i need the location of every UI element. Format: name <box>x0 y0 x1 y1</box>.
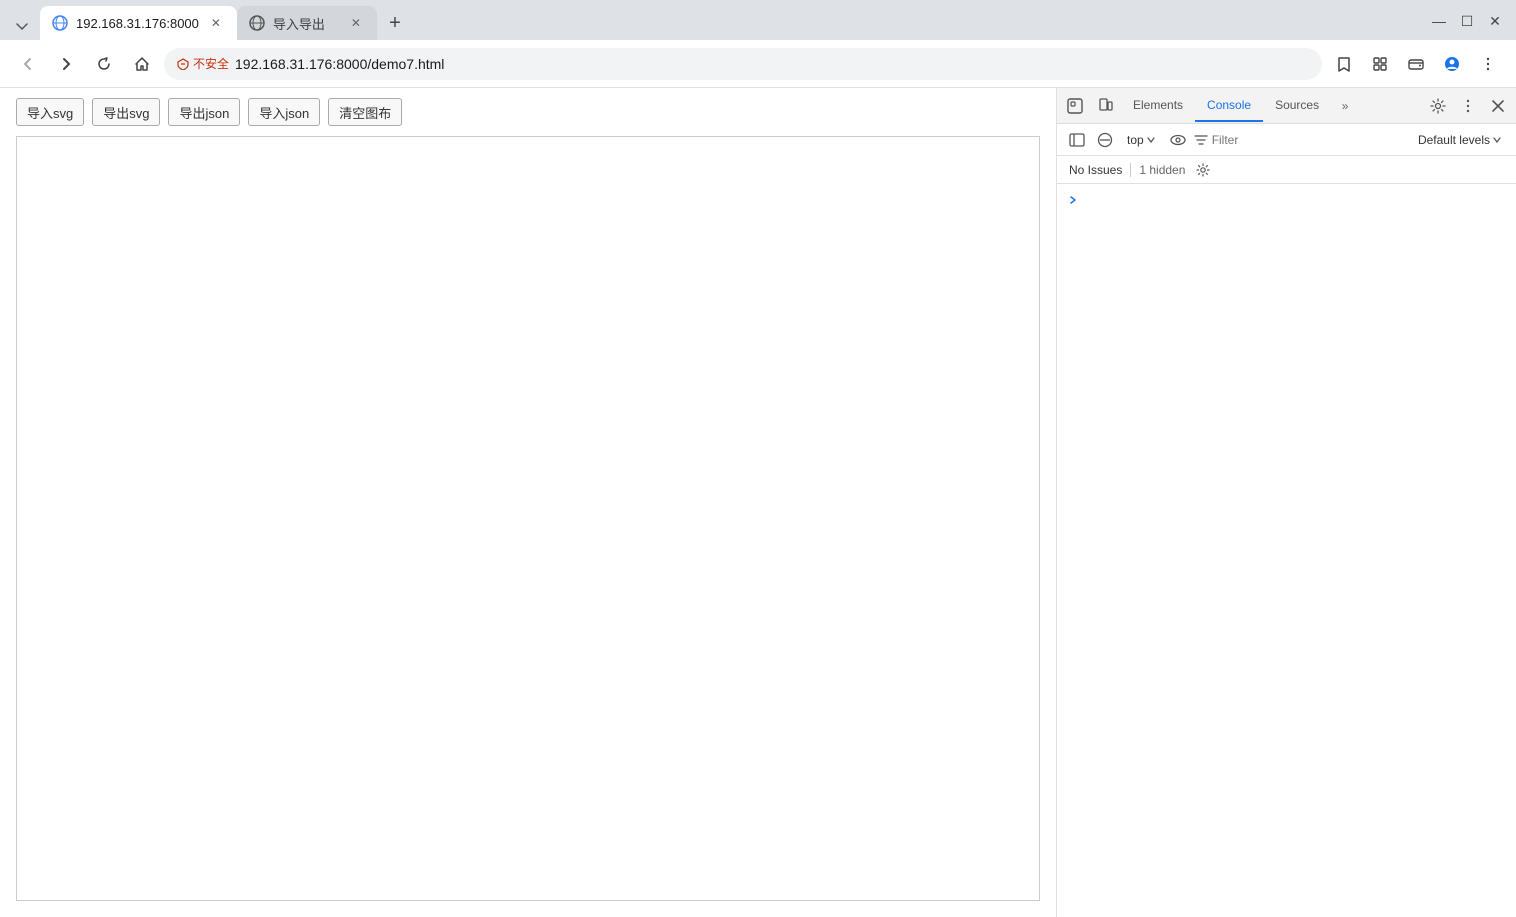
tab-favicon-1 <box>52 15 68 31</box>
console-toolbar: top Default levels <box>1057 124 1516 156</box>
tab-favicon-2 <box>249 15 265 31</box>
eye-button[interactable] <box>1166 128 1190 152</box>
devtools-tab-elements[interactable]: Elements <box>1121 90 1195 122</box>
home-button[interactable] <box>126 48 158 80</box>
reload-button[interactable] <box>88 48 120 80</box>
canvas-area[interactable] <box>16 136 1040 901</box>
devtools-close-button[interactable] <box>1484 92 1512 120</box>
tabs-area: 192.168.31.176:8000 ✕ 导入导出 ✕ + <box>40 6 1426 40</box>
console-clear-button[interactable] <box>1093 128 1117 152</box>
close-window-button[interactable]: ✕ <box>1482 8 1508 34</box>
page-content: 导入svg 导出svg 导出json 导入json 清空图布 <box>0 88 1056 917</box>
tab-1-close[interactable]: ✕ <box>207 14 225 32</box>
tab-2-title: 导入导出 <box>273 14 339 33</box>
devtools-inspect-button[interactable] <box>1061 92 1089 120</box>
title-bar: 192.168.31.176:8000 ✕ 导入导出 ✕ + — ☐ ✕ <box>0 0 1516 40</box>
devtools-tab-sources[interactable]: Sources <box>1263 90 1331 122</box>
tab-2-close[interactable]: ✕ <box>347 14 365 32</box>
issues-settings-button[interactable] <box>1193 160 1213 180</box>
browser-window: 192.168.31.176:8000 ✕ 导入导出 ✕ + — ☐ ✕ <box>0 0 1516 917</box>
no-issues-label: No Issues <box>1069 163 1122 177</box>
menu-button[interactable] <box>1472 48 1504 80</box>
maximize-button[interactable]: ☐ <box>1454 8 1480 34</box>
bookmark-button[interactable] <box>1328 48 1360 80</box>
filter-icon <box>1194 133 1208 147</box>
address-input-area[interactable]: 不安全 <box>164 48 1322 80</box>
address-bar-actions <box>1328 48 1504 80</box>
security-indicator: 不安全 <box>177 55 229 72</box>
devtools-device-button[interactable] <box>1091 92 1119 120</box>
back-button[interactable] <box>12 48 44 80</box>
extension-button[interactable] <box>1364 48 1396 80</box>
address-bar: 不安全 <box>0 40 1516 88</box>
title-bar-left <box>8 12 36 40</box>
devtools-more-tabs-button[interactable]: » <box>1333 94 1357 118</box>
filter-input[interactable] <box>1212 133 1408 147</box>
filter-area <box>1194 133 1408 147</box>
status-divider <box>1130 163 1131 177</box>
context-selector[interactable]: top <box>1121 131 1162 149</box>
export-json-button[interactable]: 导出json <box>168 98 240 126</box>
import-svg-button[interactable]: 导入svg <box>16 98 84 126</box>
main-area: 导入svg 导出svg 导出json 导入json 清空图布 <box>0 88 1516 917</box>
devtools-more-options-button[interactable] <box>1454 92 1482 120</box>
console-body[interactable] <box>1057 184 1516 917</box>
clear-canvas-button[interactable]: 清空图布 <box>328 98 402 126</box>
console-status-bar: No Issues 1 hidden <box>1057 156 1516 184</box>
hidden-count-label: 1 hidden <box>1139 163 1185 177</box>
wallet-button[interactable] <box>1400 48 1432 80</box>
profile-button[interactable] <box>1436 48 1468 80</box>
devtools-tab-console[interactable]: Console <box>1195 90 1263 122</box>
address-input[interactable] <box>235 56 1309 72</box>
tab-1-title: 192.168.31.176:8000 <box>76 16 199 31</box>
page-toolbar: 导入svg 导出svg 导出json 导入json 清空图布 <box>0 88 1056 136</box>
minimize-button[interactable]: — <box>1426 8 1452 34</box>
console-sidebar-toggle[interactable] <box>1065 128 1089 152</box>
default-levels-button[interactable]: Default levels <box>1412 131 1508 149</box>
window-controls: — ☐ ✕ <box>1426 8 1508 34</box>
tab-2[interactable]: 导入导出 ✕ <box>237 6 377 40</box>
devtools-settings-button[interactable] <box>1424 92 1452 120</box>
security-label: 不安全 <box>193 55 229 72</box>
default-levels-label: Default levels <box>1418 133 1490 147</box>
devtools-top-toolbar: Elements Console Sources » <box>1057 88 1516 124</box>
devtools-panel: Elements Console Sources » <box>1056 88 1516 917</box>
forward-button[interactable] <box>50 48 82 80</box>
console-expand-button[interactable] <box>1065 192 1081 208</box>
context-label: top <box>1127 133 1144 147</box>
export-svg-button[interactable]: 导出svg <box>92 98 160 126</box>
tab-dropdown-btn[interactable] <box>8 12 36 40</box>
import-json-button[interactable]: 导入json <box>248 98 320 126</box>
tab-1[interactable]: 192.168.31.176:8000 ✕ <box>40 6 237 40</box>
new-tab-button[interactable]: + <box>381 9 409 37</box>
